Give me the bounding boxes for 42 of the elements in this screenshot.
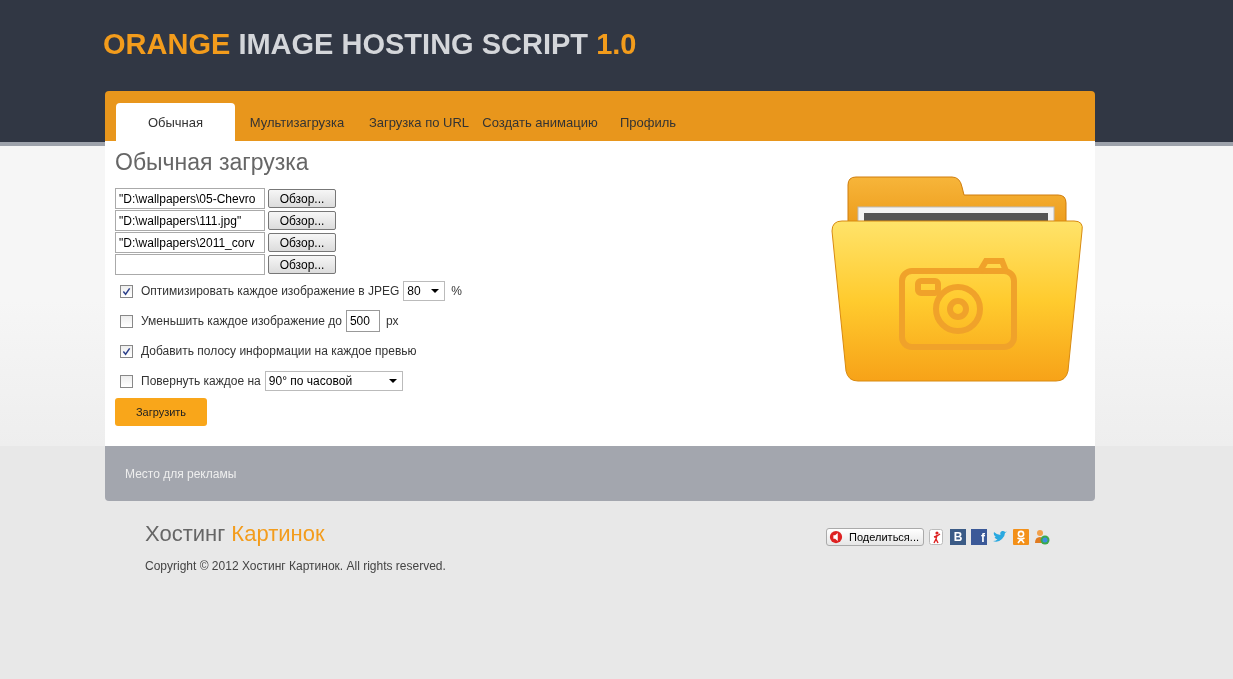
checkbox[interactable] [120,374,133,388]
caret-icon [431,289,440,293]
browse-button[interactable]: Обзор... [268,255,336,274]
option-label: Добавить полосу информации на каждое превью [141,344,417,358]
tab[interactable]: Мультизагрузка [235,103,359,141]
checkbox[interactable] [120,284,133,298]
tab[interactable]: Профиль [601,103,695,141]
share-button[interactable]: Поделиться... [826,528,924,546]
size-field[interactable]: 500 [345,310,380,332]
file-path-field[interactable]: "D:\wallpapers\2011_corv [115,232,265,253]
ad-placeholder-text: Место для рекламы [125,466,237,481]
people-icon[interactable] [1034,529,1050,545]
tab[interactable]: Обычная [116,103,235,141]
vk-icon[interactable]: В [950,529,966,545]
browse-button[interactable]: Обзор... [268,189,336,208]
upload-button[interactable]: Загрузить [115,398,207,426]
option-label: Повернуть каждое на [141,374,261,388]
dropdown[interactable]: 80 [403,281,446,301]
bird-icon[interactable] [992,529,1008,545]
option-label: Оптимизировать каждое изображение в JPEG [141,284,400,298]
browse-button[interactable]: Обзор... [268,211,336,230]
tab[interactable]: Загрузка по URL [359,103,479,141]
dropdown[interactable]: 90° по часовой [264,371,403,391]
facebook-icon[interactable]: f [971,529,987,545]
page-heading: Обычная загрузка [115,149,310,176]
speaker-icon [829,530,844,544]
browse-button[interactable]: Обзор... [268,233,336,252]
caret-icon [388,379,397,383]
copyright-text: Copyright © 2012 Хостинг Картинок. All rights reserved. [145,559,446,573]
checkbox[interactable] [120,314,133,328]
file-path-field[interactable]: "D:\wallpapers\05-Chevro [115,188,265,209]
figure-icon[interactable] [929,529,945,545]
file-path-field[interactable]: "D:\wallpapers\111.jpg" [115,210,265,231]
odnoklassniki-icon[interactable] [1013,529,1029,545]
option-label: Уменьшить каждое изображение до [141,314,342,328]
file-path-field[interactable] [115,254,265,275]
site-logo[interactable]: ORANGE IMAGE HOSTING SCRIPT 1.0 [103,28,645,61]
tab[interactable]: Создать анимацию [479,103,601,141]
unit-label: px [385,314,399,328]
checkbox[interactable] [120,344,133,358]
unit-label: % [451,284,462,298]
footer-title: Хостинг Картинок [145,521,326,547]
